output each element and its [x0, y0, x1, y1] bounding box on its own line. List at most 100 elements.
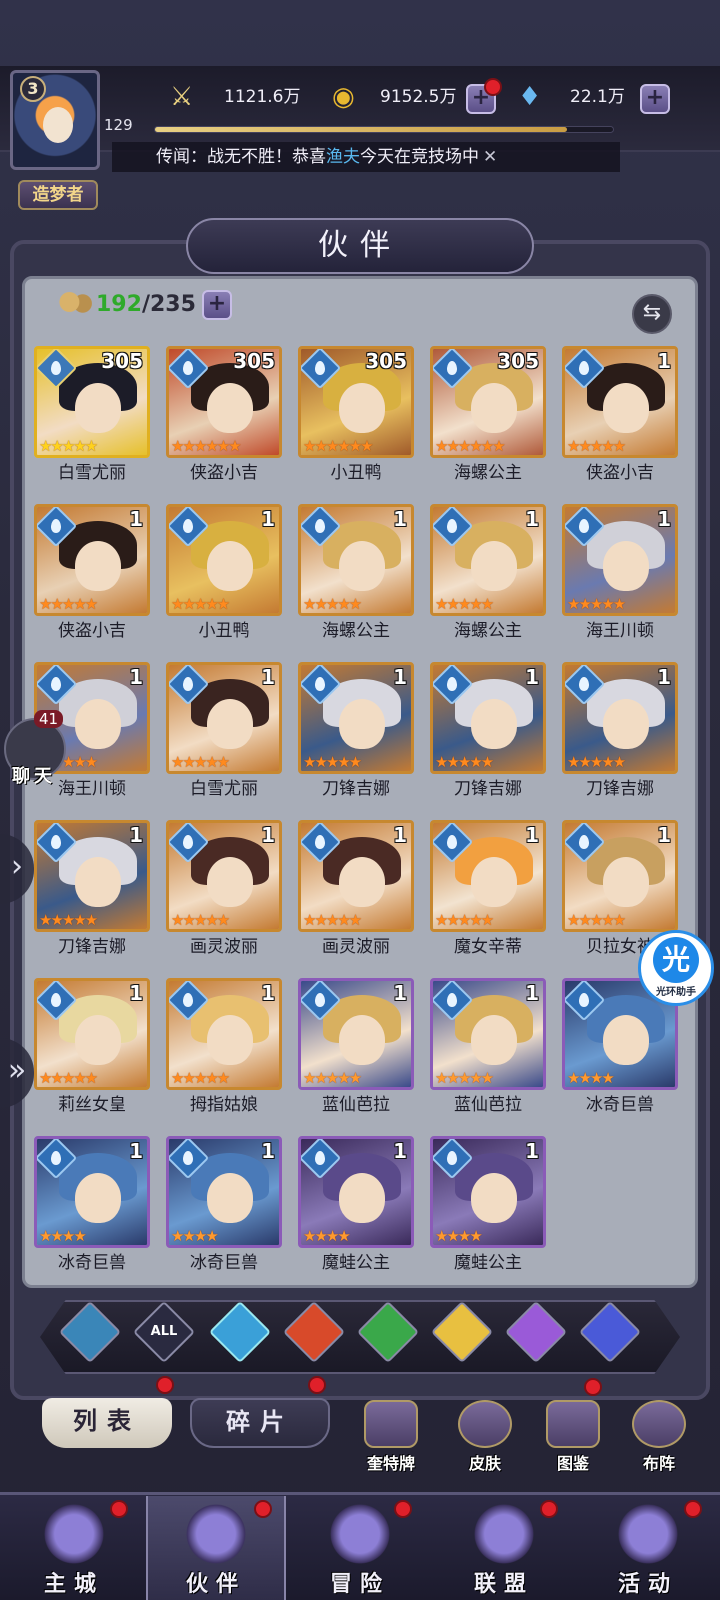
exp-bar-fill — [155, 127, 568, 132]
hero-card[interactable]: 1 ★★★★★ — [298, 504, 414, 616]
hero-card[interactable]: 305 ★★★★★★ — [166, 346, 282, 458]
hero-stars: ★★★★ — [435, 1227, 483, 1245]
hero-card[interactable]: 1 ★★★★★ — [562, 504, 678, 616]
hero-name: 蓝仙芭拉 — [454, 1095, 522, 1115]
hero-card[interactable]: 1 ★★★★★ — [34, 504, 150, 616]
hero-level: 1 — [393, 665, 407, 689]
hero-card[interactable]: 1 ★★★★ — [430, 1136, 546, 1248]
chat-label: 聊天 — [12, 766, 56, 787]
hero-name: 小丑鸭 — [198, 621, 250, 641]
hero-card[interactable]: 1 ★★★★★ — [166, 820, 282, 932]
hero-card[interactable]: 1 ★★★★★ — [166, 662, 282, 774]
news-ticker[interactable]: 传闻：战无不胜！恭喜渔夫今天在竞技场中 ✕ — [112, 142, 620, 172]
hero-card[interactable]: 1 ★★★★★ — [430, 978, 546, 1090]
skin-button[interactable]: 皮肤 — [450, 1400, 520, 1474]
hero-card[interactable]: 1 ★★★★★ — [430, 504, 546, 616]
page-title: 伙伴 — [186, 218, 534, 274]
hero-card[interactable]: 305 ★★★★★★ — [298, 346, 414, 458]
hero-card[interactable]: 1 ★★★★★ — [298, 820, 414, 932]
hero-level: 1 — [525, 1139, 539, 1163]
hero-stars: ★★★★★ — [171, 595, 230, 613]
hero-name: 侠盗小吉 — [190, 463, 258, 483]
hero-level: 1 — [657, 349, 671, 373]
formation-button[interactable]: 布阵 — [624, 1400, 694, 1474]
hero-name: 刀锋吉娜 — [586, 779, 654, 799]
chat-unread-count: 41 — [34, 710, 64, 728]
hero-card[interactable]: 1 ★★★★★ — [34, 978, 150, 1090]
hero-stars: ★★★★ — [171, 1227, 219, 1245]
hero-level: 1 — [261, 507, 275, 531]
hero-card[interactable]: 1 ★★★★★ — [562, 662, 678, 774]
hero-card[interactable]: 1 ★★★★★ — [430, 662, 546, 774]
hero-card[interactable]: 1 ★★★★ — [166, 1136, 282, 1248]
hero-level: 1 — [261, 981, 275, 1005]
player-exp: 129 — [104, 116, 133, 134]
title-badge[interactable]: 造梦者 — [18, 180, 98, 210]
aura-helper-button[interactable]: 光 光环助手 — [638, 930, 714, 1006]
hero-level: 305 — [101, 349, 143, 373]
news-player-name: 渔夫 — [326, 147, 360, 167]
card-button[interactable]: 奎特牌 — [356, 1400, 426, 1474]
hero-stars: ★★★★★ — [435, 595, 494, 613]
hero-name: 冰奇巨兽 — [586, 1095, 654, 1115]
hero-level: 1 — [525, 823, 539, 847]
hero-name: 刀锋吉娜 — [322, 779, 390, 799]
hero-level: 1 — [393, 981, 407, 1005]
hero-stars: ★★★★★ — [39, 1069, 98, 1087]
hero-stars: ★★★★★ — [567, 437, 626, 455]
tab-list[interactable]: 列表 — [42, 1398, 172, 1448]
hero-name: 海螺公主 — [454, 621, 522, 641]
chat-button[interactable]: 41 聊天 — [4, 710, 66, 787]
hero-level: 1 — [525, 665, 539, 689]
hero-name: 魔女辛蒂 — [454, 937, 522, 957]
hero-name: 海螺公主 — [454, 463, 522, 483]
roster-count: 192/235 + — [58, 290, 232, 320]
hero-card[interactable]: 1 ★★★★★ — [298, 978, 414, 1090]
hero-card[interactable]: 1 ★★★★ — [34, 1136, 150, 1248]
codex-button[interactable]: 图鉴 — [538, 1400, 608, 1474]
formation-label: 布阵 — [642, 1454, 675, 1473]
tab-fragments[interactable]: 碎片 — [190, 1398, 330, 1448]
fragments-notification-dot — [308, 1376, 326, 1394]
hero-card[interactable]: 305 ★★★★★★ — [430, 346, 546, 458]
hero-level: 1 — [657, 665, 671, 689]
hero-name: 侠盗小吉 — [58, 621, 126, 641]
diamond-icon: ♦ — [518, 82, 542, 112]
helper-logo: 光 — [653, 937, 699, 983]
nav-city-label: 主城 — [43, 1571, 104, 1597]
hero-name: 莉丝女皇 — [58, 1095, 126, 1115]
hero-card[interactable]: 305 ★★★★★ — [34, 346, 150, 458]
hero-level: 1 — [525, 507, 539, 531]
hero-name: 画灵波丽 — [190, 937, 258, 957]
hero-card[interactable]: 1 ★★★★★ — [34, 820, 150, 932]
hero-stars: ★★★★★★ — [171, 437, 242, 455]
hero-stars: ★★★★★ — [435, 753, 494, 771]
hero-level: 1 — [393, 507, 407, 531]
hero-card[interactable]: 1 ★★★★★ — [562, 820, 678, 932]
sort-swap-button[interactable]: ⇆ — [632, 294, 672, 334]
add-diamond-button[interactable]: + — [640, 84, 670, 114]
expand-roster-button[interactable]: + — [201, 290, 232, 320]
hero-card[interactable]: 1 ★★★★★ — [298, 662, 414, 774]
hero-name: 海螺公主 — [322, 621, 390, 641]
hero-level: 305 — [233, 349, 275, 373]
hero-card[interactable]: 1 ★★★★★ — [430, 820, 546, 932]
codex-icon — [546, 1400, 600, 1448]
hero-name: 小丑鸭 — [330, 463, 382, 483]
alliance-notification-dot — [540, 1500, 558, 1518]
card-icon — [364, 1400, 418, 1448]
hero-level: 1 — [129, 507, 143, 531]
hero-level: 1 — [129, 1139, 143, 1163]
hero-card[interactable]: 1 ★★★★★ — [562, 346, 678, 458]
city-notification-dot — [110, 1500, 128, 1518]
hero-stars: ★★★★★★ — [435, 437, 506, 455]
hero-stars: ★★★★★ — [435, 911, 494, 929]
hero-stars: ★★★★★★ — [303, 437, 374, 455]
hero-card[interactable]: 1 ★★★★★ — [166, 504, 282, 616]
hero-card[interactable]: 1 ★★★★ — [298, 1136, 414, 1248]
hero-stars: ★★★★★ — [39, 911, 98, 929]
hero-card[interactable]: 1 ★★★★★ — [166, 978, 282, 1090]
hero-name: 白雪尤丽 — [58, 463, 126, 483]
castle-icon — [38, 1502, 110, 1566]
nav-partner-label: 伙伴 — [185, 1571, 246, 1597]
